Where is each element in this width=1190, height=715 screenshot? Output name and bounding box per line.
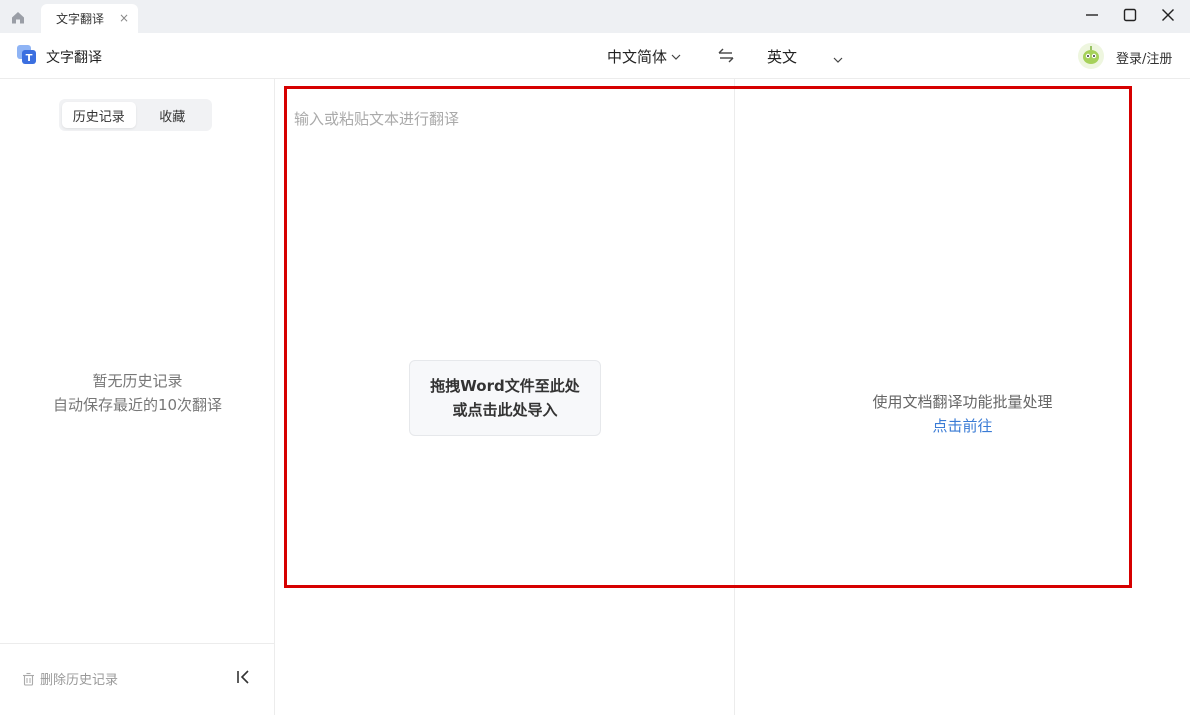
translate-app-icon: T xyxy=(17,45,37,65)
delete-history-button[interactable]: 删除历史记录 xyxy=(22,669,118,688)
empty-history-hint: 暂无历史记录 自动保存最近的10次翻译 xyxy=(0,369,275,417)
login-register-link[interactable]: 登录/注册 xyxy=(1116,48,1172,67)
dropzone-line1: 拖拽Word文件至此处 xyxy=(430,377,580,395)
tab-history[interactable]: 历史记录 xyxy=(62,102,136,128)
tab-label: 文字翻译 xyxy=(56,12,105,26)
avatar[interactable] xyxy=(1077,42,1105,70)
import-word-dropzone[interactable]: 拖拽Word文件至此处 或点击此处导入 xyxy=(409,360,601,436)
app-title: 文字翻译 xyxy=(46,50,102,66)
empty-history-subtitle: 自动保存最近的10次翻译 xyxy=(52,396,223,414)
tab-close-icon[interactable]: × xyxy=(119,11,129,25)
maximize-icon[interactable] xyxy=(1118,5,1142,25)
toolbar: T 文字翻译 中文简体 英文 登录/注册 xyxy=(0,33,1190,79)
chevron-down-icon[interactable] xyxy=(832,50,846,63)
collapse-sidebar-icon[interactable] xyxy=(235,669,251,685)
tab-text-translate[interactable]: 文字翻译 × xyxy=(41,4,138,33)
dropzone-line2: 或点击此处导入 xyxy=(452,401,558,419)
empty-history-title: 暂无历史记录 xyxy=(92,372,183,390)
sidebar-footer: 删除历史记录 xyxy=(0,643,275,715)
title-bar: 文字翻译 × xyxy=(0,0,1190,33)
minimize-icon[interactable] xyxy=(1080,5,1104,25)
source-language-label: 中文简体 xyxy=(607,48,668,66)
tab-favorites[interactable]: 收藏 xyxy=(136,102,210,128)
doc-translate-text: 使用文档翻译功能批量处理 xyxy=(872,393,1053,411)
sidebar-tabs: 历史记录 收藏 xyxy=(59,99,212,131)
doc-translate-hint: 使用文档翻译功能批量处理 点击前往 xyxy=(735,390,1190,438)
source-text-input[interactable] xyxy=(294,108,724,568)
home-icon[interactable] xyxy=(8,8,28,26)
go-to-doc-translate-link[interactable]: 点击前往 xyxy=(735,414,1190,438)
history-sidebar: 历史记录 收藏 暂无历史记录 自动保存最近的10次翻译 删除历史记录 xyxy=(0,79,275,715)
chevron-down-icon xyxy=(671,54,681,60)
source-language-select[interactable]: 中文简体 xyxy=(607,46,681,67)
svg-text:T: T xyxy=(26,53,33,64)
trash-icon xyxy=(23,672,34,686)
swap-languages-icon[interactable] xyxy=(717,46,735,66)
delete-history-label: 删除历史记录 xyxy=(40,673,119,688)
close-window-icon[interactable] xyxy=(1156,5,1180,25)
target-language-select[interactable]: 英文 xyxy=(767,46,797,67)
